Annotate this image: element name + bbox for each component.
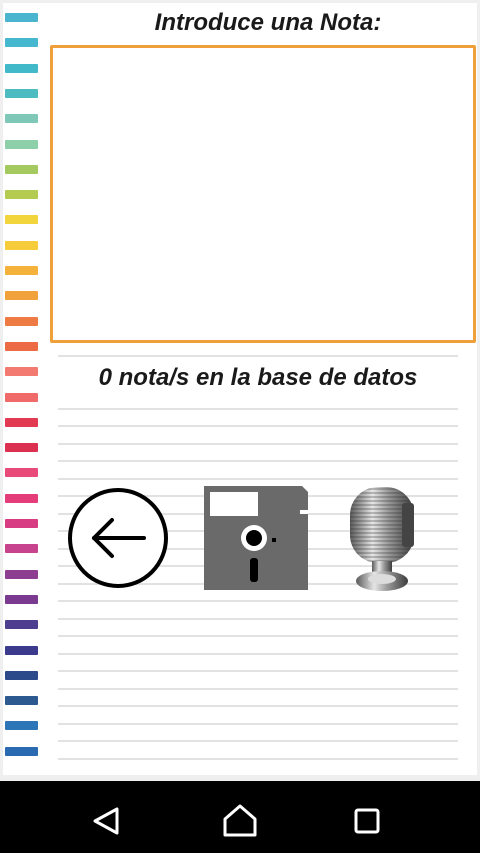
page-title: Introduce una Nota: — [154, 9, 382, 36]
color-stripe — [5, 645, 38, 655]
floppy-disk-icon — [204, 486, 308, 590]
nav-recents-button[interactable] — [347, 801, 387, 841]
record-button[interactable] — [342, 483, 422, 595]
ruled-line — [58, 705, 458, 707]
ruled-line — [58, 722, 458, 725]
notebook-color-stripes — [3, 3, 43, 775]
system-navigation-bar — [0, 781, 480, 853]
color-stripe — [5, 88, 38, 98]
color-stripe — [5, 620, 38, 630]
color-stripe — [5, 63, 38, 73]
ruled-line — [58, 477, 458, 480]
ruled-line — [58, 460, 458, 462]
notes-count-label: 0 nota/s en la base de datos — [58, 364, 458, 392]
ruled-line — [58, 652, 458, 655]
color-stripe — [5, 392, 38, 402]
color-stripe — [5, 721, 38, 731]
color-stripe — [5, 266, 38, 275]
ruled-line — [58, 670, 458, 672]
color-stripe — [5, 569, 38, 579]
nav-home-button[interactable] — [220, 801, 260, 841]
color-stripe — [5, 139, 38, 149]
ruled-line — [58, 425, 458, 427]
color-stripe — [5, 519, 38, 528]
microphone-icon — [350, 487, 414, 591]
color-stripe — [5, 544, 38, 554]
ruled-line — [58, 635, 458, 637]
back-button[interactable] — [66, 486, 170, 590]
nav-back-button[interactable] — [87, 801, 127, 841]
color-stripe — [5, 341, 38, 351]
ruled-line — [58, 740, 458, 742]
color-stripe — [5, 443, 38, 453]
nav-back-icon — [93, 807, 119, 835]
color-stripe — [5, 190, 38, 200]
nav-home-icon — [223, 804, 257, 837]
arrow-left-circle-icon — [68, 488, 168, 588]
ruled-line — [58, 355, 458, 357]
ruled-line — [58, 407, 458, 410]
color-stripe — [5, 164, 38, 174]
color-stripe — [5, 316, 38, 326]
color-stripe — [5, 240, 38, 250]
color-stripe — [5, 468, 38, 478]
save-button[interactable] — [204, 486, 308, 590]
ruled-line — [58, 600, 458, 602]
ruled-line — [58, 617, 458, 620]
color-stripe — [5, 367, 38, 377]
ruled-line — [58, 757, 458, 760]
color-stripe — [5, 38, 38, 48]
color-stripe — [5, 696, 38, 706]
note-input[interactable] — [50, 45, 476, 343]
color-stripe — [5, 594, 38, 604]
ruled-line — [58, 687, 458, 690]
color-stripe — [5, 215, 38, 225]
note-page: Introduce una Nota: 0 nota/s en la base … — [3, 3, 477, 775]
color-stripe — [5, 493, 38, 503]
color-stripe — [5, 291, 38, 301]
ruled-line — [58, 442, 458, 445]
color-stripe — [5, 13, 38, 22]
color-stripe — [5, 746, 38, 756]
color-stripe — [5, 670, 38, 680]
nav-recents-icon — [354, 808, 380, 834]
color-stripe — [5, 417, 38, 427]
color-stripe — [5, 114, 38, 124]
